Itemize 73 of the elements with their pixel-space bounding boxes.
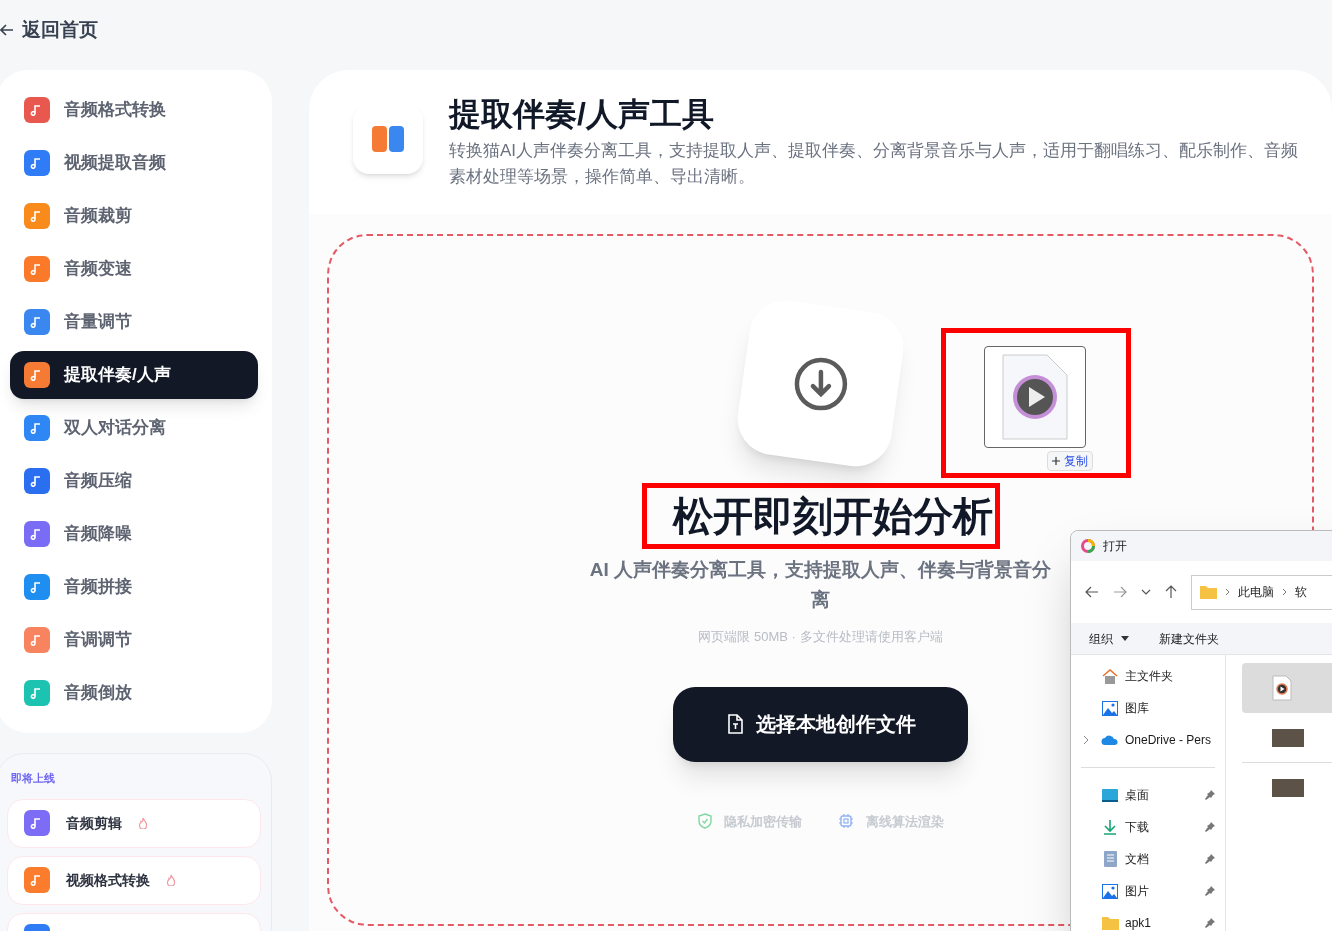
video-thumbnail xyxy=(1272,779,1304,797)
tool-description: 转换猫AI人声伴奏分离工具，支持提取人声、提取伴奏、分离背景音乐与人声，适用于翻唱练习、配乐制作、音频素材处理等场景，操作简单、导出清晰。 xyxy=(449,140,1300,188)
copy-badge: 复制 xyxy=(1047,451,1093,471)
limit-note: 网页端限 50MB · 多文件处理请使用客户端 xyxy=(698,628,943,646)
nav-item[interactable]: 图片 xyxy=(1071,880,1225,902)
sidebar-item[interactable]: 音调调节 xyxy=(10,616,258,664)
nav-item[interactable]: 文档 xyxy=(1071,848,1225,870)
toolbar-button[interactable]: 组织 xyxy=(1089,629,1129,648)
address-bar[interactable]: 此电脑 软 xyxy=(1191,574,1332,610)
sidebar-item[interactable]: 音频裁剪 xyxy=(10,192,258,240)
app-logo-icon xyxy=(1081,539,1095,553)
nav-label: 下载 xyxy=(1125,819,1150,836)
nav-item[interactable]: 图库 xyxy=(1071,697,1225,719)
audio-file-icon xyxy=(1272,675,1292,701)
folder-icon xyxy=(1101,916,1119,930)
nav-label: 图片 xyxy=(1125,883,1150,900)
file-upload-icon xyxy=(725,714,744,734)
back-arrow-icon[interactable] xyxy=(1085,586,1099,598)
monitor-icon xyxy=(1102,788,1118,802)
tool-logo xyxy=(353,104,423,174)
forward-arrow-icon[interactable] xyxy=(1113,586,1127,598)
select-file-button[interactable]: 选择本地创作文件 xyxy=(673,686,968,762)
nav-label: OneDrive - Pers xyxy=(1125,732,1213,749)
nav-label: 文档 xyxy=(1125,851,1150,868)
breadcrumb-item[interactable]: 软 xyxy=(1295,583,1307,601)
breadcrumb-item[interactable]: 此电脑 xyxy=(1238,583,1274,601)
drop-subheading: AI 人声伴奏分离工具，支持提取人声、伴奏与背景音分离 xyxy=(588,558,1053,612)
sidebar-item[interactable]: 音量调节 xyxy=(10,298,258,346)
chevron-down-icon[interactable] xyxy=(1141,589,1151,595)
drop-heading: 松开即刻开始分析 xyxy=(672,493,993,540)
sidebar-item[interactable]: 提取伴奏/人声 xyxy=(10,351,258,399)
item-label: 音频剪辑 xyxy=(66,813,122,833)
download-circle-icon xyxy=(793,356,848,411)
cloud-icon xyxy=(1101,734,1119,746)
chevron-right-icon xyxy=(1225,588,1230,596)
tool-title: 提取伴奏/人声工具 xyxy=(449,95,715,134)
back-arrow-icon xyxy=(0,24,14,36)
nav-item[interactable]: 主文件夹 xyxy=(1071,665,1225,687)
nav-item[interactable]: OneDrive - Pers xyxy=(1071,729,1225,751)
house-icon xyxy=(1102,668,1118,684)
coming-soon-item[interactable]: 视频格式转换 xyxy=(7,855,261,905)
plus-icon xyxy=(1052,457,1060,465)
sidebar-item[interactable]: 音频压缩 xyxy=(10,457,258,505)
section-title: 即将上线 xyxy=(10,771,56,786)
nav-item[interactable]: 桌面 xyxy=(1071,784,1225,806)
sidebar-item[interactable]: 音频倒放 xyxy=(10,669,258,717)
item-label: 视频格式转换 xyxy=(66,870,150,890)
picture-icon xyxy=(1102,700,1118,716)
dialog-title: 打开 xyxy=(1103,538,1127,555)
picture-icon xyxy=(1102,883,1118,899)
sidebar-item[interactable]: 视频提取音频 xyxy=(10,139,258,187)
video-thumbnail xyxy=(1272,728,1304,747)
sidebar-item[interactable]: 音频拼接 xyxy=(10,563,258,611)
nav-label: 图库 xyxy=(1125,700,1150,717)
folder-icon xyxy=(1200,585,1217,599)
nav-label: 桌面 xyxy=(1125,787,1150,804)
up-arrow-icon[interactable] xyxy=(1165,585,1177,599)
nav-item[interactable]: 下载 xyxy=(1071,816,1225,838)
toolbar-button[interactable]: 新建文件夹 xyxy=(1159,629,1219,648)
coming-soon-item[interactable]: 音频剪辑 xyxy=(7,798,261,848)
shield-check-icon xyxy=(697,813,712,830)
document-icon xyxy=(1103,851,1117,867)
sidebar-item[interactable]: 音频格式转换 xyxy=(10,86,258,134)
nav-label: 主文件夹 xyxy=(1125,668,1174,685)
back-link[interactable]: 返回首页 xyxy=(0,0,98,60)
sidebar-item[interactable]: 双人对话分离 xyxy=(10,404,258,452)
chevron-right-icon xyxy=(1282,588,1287,596)
chip-icon xyxy=(837,813,854,830)
sidebar-item[interactable]: 音频变速 xyxy=(10,245,258,293)
download-arrow-icon xyxy=(1103,819,1117,835)
sidebar-item[interactable]: 音频降噪 xyxy=(10,510,258,558)
caret-icon xyxy=(1121,636,1129,641)
audio-file-icon xyxy=(1002,354,1068,440)
